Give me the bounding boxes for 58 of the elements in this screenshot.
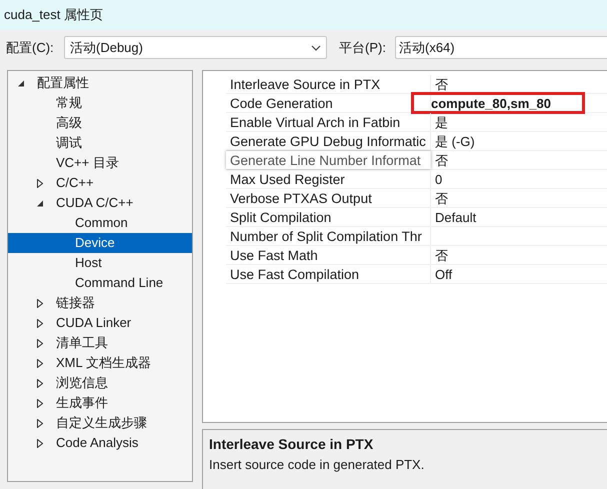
platform-dropdown[interactable]: 活动(x64) bbox=[395, 36, 607, 59]
property-value[interactable]: 是 bbox=[431, 113, 448, 131]
property-name: Number of Split Compilation Thr bbox=[226, 227, 431, 245]
platform-label: 平台(P): bbox=[339, 38, 387, 57]
expanded-arrow-icon[interactable] bbox=[37, 200, 44, 206]
config-dropdown[interactable]: 活动(Debug) bbox=[64, 36, 327, 59]
property-value[interactable]: 否 bbox=[431, 151, 448, 169]
property-name: Generate GPU Debug Informatic bbox=[226, 132, 431, 150]
property-value[interactable]: 0 bbox=[431, 170, 442, 188]
tree-item[interactable]: VC++ 目录 bbox=[8, 153, 192, 173]
tree-item[interactable]: 调试 bbox=[8, 133, 192, 153]
tree-item[interactable]: 高级 bbox=[8, 113, 192, 133]
property-name: Interleave Source in PTX bbox=[226, 75, 431, 93]
tree-item[interactable]: Host bbox=[8, 253, 192, 273]
expanded-arrow-icon[interactable] bbox=[18, 80, 25, 86]
config-label: 配置(C): bbox=[6, 38, 55, 57]
property-value[interactable]: 是 (-G) bbox=[431, 132, 475, 150]
tree-item[interactable]: 链接器 bbox=[8, 293, 192, 313]
collapsed-arrow-icon[interactable] bbox=[37, 338, 43, 348]
collapsed-arrow-icon[interactable] bbox=[37, 438, 43, 448]
tree-item[interactable]: 浏览信息 bbox=[8, 373, 192, 393]
tree-item[interactable]: C/C++ bbox=[8, 173, 192, 193]
collapsed-arrow-icon[interactable] bbox=[37, 418, 43, 428]
property-name: Use Fast Compilation bbox=[226, 265, 431, 283]
collapsed-arrow-icon[interactable] bbox=[37, 298, 43, 308]
property-name: Use Fast Math bbox=[226, 246, 431, 264]
tree-item[interactable]: 配置属性 bbox=[8, 73, 192, 93]
tree-item[interactable]: 清单工具 bbox=[8, 333, 192, 353]
property-value[interactable]: 否 bbox=[431, 246, 448, 264]
tree-item[interactable]: Common bbox=[8, 213, 192, 233]
window-title: cuda_test 属性页 bbox=[4, 6, 103, 24]
property-value[interactable]: Default bbox=[431, 208, 476, 226]
collapsed-arrow-icon[interactable] bbox=[37, 358, 43, 368]
tree-item[interactable]: CUDA Linker bbox=[8, 313, 192, 333]
collapsed-arrow-icon[interactable] bbox=[37, 398, 43, 408]
description-title: Interleave Source in PTX bbox=[209, 435, 374, 454]
chevron-down-icon bbox=[311, 44, 321, 50]
tree-item[interactable]: 常规 bbox=[8, 93, 192, 113]
collapsed-arrow-icon[interactable] bbox=[37, 318, 43, 328]
property-name: Split Compilation bbox=[226, 208, 431, 226]
property-value[interactable]: 否 bbox=[431, 75, 448, 93]
tree-item[interactable]: Code Analysis bbox=[8, 433, 192, 453]
property-name: Enable Virtual Arch in Fatbin bbox=[226, 113, 431, 131]
tree-item[interactable]: 生成事件 bbox=[8, 393, 192, 413]
property-name: Max Used Register bbox=[226, 170, 431, 188]
property-value[interactable]: Off bbox=[431, 265, 452, 283]
collapsed-arrow-icon[interactable] bbox=[37, 378, 43, 388]
property-value[interactable]: 否 bbox=[431, 189, 448, 207]
tree-item[interactable]: 自定义生成步骤 bbox=[8, 413, 192, 433]
tree-item[interactable]: CUDA C/C++ bbox=[8, 193, 192, 213]
property-name: Verbose PTXAS Output bbox=[226, 189, 431, 207]
tree-item[interactable]: Command Line bbox=[8, 273, 192, 293]
description-text: Insert source code in generated PTX. bbox=[209, 456, 426, 474]
property-name: Code Generation bbox=[226, 94, 431, 112]
tree-item[interactable]: Device bbox=[8, 233, 192, 253]
property-name: Generate Line Number Informat bbox=[226, 151, 431, 169]
collapsed-arrow-icon[interactable] bbox=[37, 178, 43, 188]
tree-item[interactable]: XML 文档生成器 bbox=[8, 353, 192, 373]
